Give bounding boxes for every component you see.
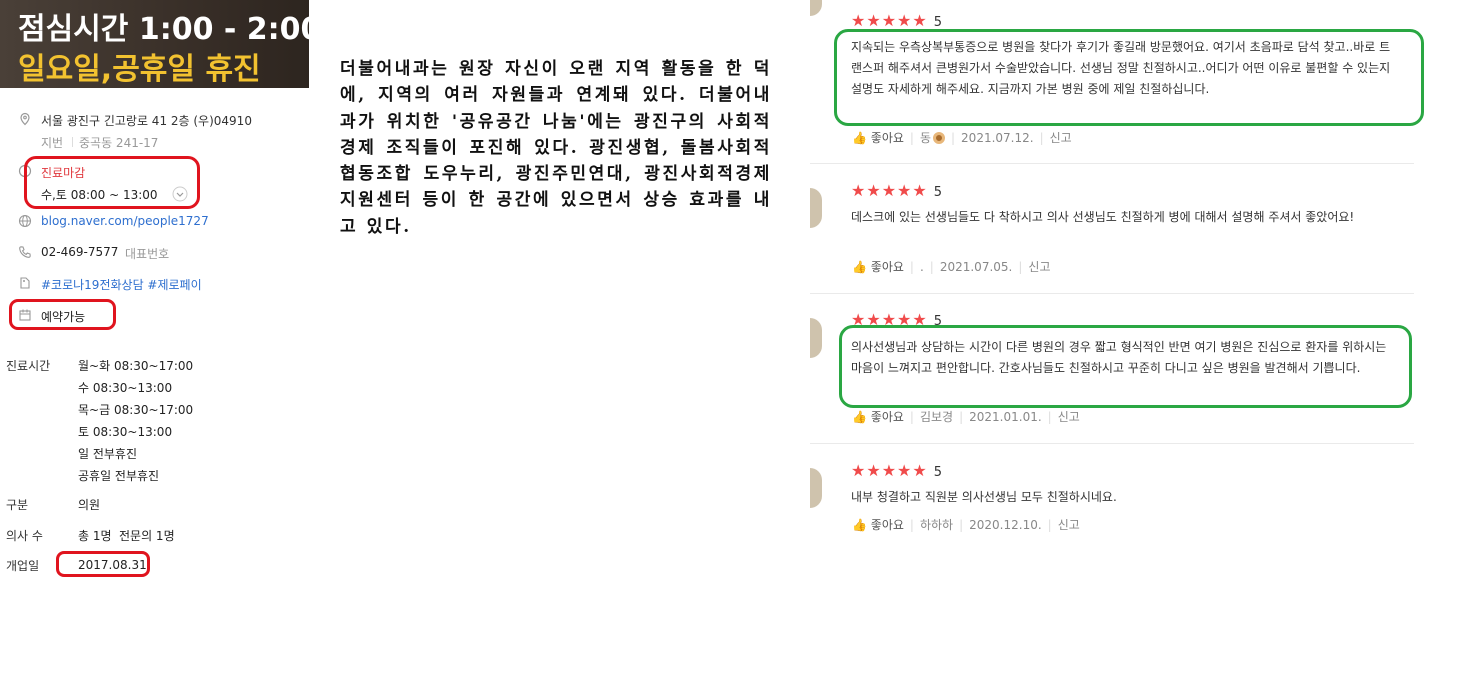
opening-date-highlight-circle xyxy=(56,551,150,577)
phone-number[interactable]: 02-469-7577 xyxy=(41,245,118,259)
doctor-specialist-count: 전문의 1명 xyxy=(119,529,175,543)
clinic-description-paragraph: 더불어내과는 원장 자신이 오랜 지역 활동을 한 덕에, 지역의 여러 자원들… xyxy=(340,59,772,237)
reservation-highlight-circle xyxy=(9,299,116,330)
lot-label: 지번 xyxy=(41,136,64,150)
globe-icon xyxy=(18,214,32,228)
lunch-hours-banner: 점심시간 1:00 - 2:00 일요일,공휴일 휴진 xyxy=(0,0,321,88)
star-rating: ★★★★★ xyxy=(851,11,928,30)
review-author: 하하하 xyxy=(919,518,954,532)
review-text: 내부 청결하고 직원분 의사선생님 모두 친절하시네요. xyxy=(851,490,1117,504)
report-link[interactable]: 신고 xyxy=(1058,518,1080,532)
star-rating: ★★★★★ xyxy=(851,181,928,200)
clinic-type-value: 의원 xyxy=(78,498,101,512)
like-button[interactable]: 좋아요 xyxy=(871,410,904,424)
reviewer-avatar xyxy=(810,468,822,508)
address-text: 서울 광진구 긴고랑로 41 2층 (우)04910 xyxy=(41,114,252,128)
review-meta: 👍 좋아요 | 김보경 | 2021.01.01. | 신고 xyxy=(852,410,1080,424)
phone-type-label: 대표번호 xyxy=(125,247,170,261)
location-pin-icon xyxy=(20,112,30,126)
lot-divider xyxy=(72,137,73,147)
banner-holiday-closed: 일요일,공휴일 휴진 xyxy=(18,52,261,87)
review-stars: ★★★★★ 5 xyxy=(851,11,942,30)
banner-lunch-time: 점심시간 1:00 - 2:00 xyxy=(18,12,322,47)
doctor-count-value: 총 1명 xyxy=(78,529,112,543)
thumbs-up-icon[interactable]: 👍 xyxy=(852,131,867,145)
review-author: 김보경 xyxy=(919,410,954,424)
report-link[interactable]: 신고 xyxy=(1058,410,1080,424)
review-divider xyxy=(810,443,1414,444)
hours-line: 월~화 08:30~17:00 xyxy=(78,359,194,373)
hours-line: 목~금 08:30~17:00 xyxy=(78,403,194,417)
tag-icon xyxy=(20,277,30,289)
hours-line: 토 08:30~13:00 xyxy=(78,425,173,439)
review-date: 2021.01.01. xyxy=(969,410,1042,424)
hours-line: 공휴일 전부휴진 xyxy=(78,469,160,483)
lot-address: 중곡동 241-17 xyxy=(79,136,159,150)
report-link[interactable]: 신고 xyxy=(1028,260,1050,274)
phone-icon xyxy=(19,246,31,258)
review-score: 5 xyxy=(933,465,942,480)
review-author: . xyxy=(919,260,924,274)
hours-highlight-circle xyxy=(24,156,200,209)
thumbs-up-icon[interactable]: 👍 xyxy=(852,518,867,532)
review-author: 동 xyxy=(919,131,931,145)
review-date: 2020.12.10. xyxy=(969,518,1042,532)
review-highlight-box xyxy=(839,325,1412,408)
star-rating: ★★★★★ xyxy=(851,461,928,480)
like-button[interactable]: 좋아요 xyxy=(871,260,904,274)
review-meta: 👍 좋아요 |. | 2021.07.05. | 신고 xyxy=(852,260,1051,274)
tag-list[interactable]: #코로나19전화상담 #제로페이 xyxy=(41,276,202,293)
thumbs-up-icon[interactable]: 👍 xyxy=(852,260,867,274)
review-divider xyxy=(810,163,1414,164)
review-stars: ★★★★★ 5 xyxy=(851,181,942,200)
review-highlight-box xyxy=(834,29,1424,126)
like-button[interactable]: 좋아요 xyxy=(871,131,904,145)
review-meta: 👍 좋아요 | 하하하 | 2020.12.10. | 신고 xyxy=(852,518,1080,532)
review-meta: 👍 좋아요 | 동 | 2021.07.12. | 신고 xyxy=(852,131,1072,145)
like-button[interactable]: 좋아요 xyxy=(871,518,904,532)
doctor-count-label: 의사 수 xyxy=(6,529,43,543)
review-text: 데스크에 있는 선생님들도 다 착하시고 의사 선생님도 친절하게 병에 대해서… xyxy=(851,210,1355,224)
blog-link[interactable]: blog.naver.com/people1727 xyxy=(41,214,209,228)
review-stars: ★★★★★ 5 xyxy=(851,461,942,480)
reviewer-avatar xyxy=(810,0,822,16)
review-divider xyxy=(810,293,1414,294)
opening-date-label: 개업일 xyxy=(6,559,40,573)
clinic-type-label: 구분 xyxy=(6,498,29,512)
review-score: 5 xyxy=(933,15,942,30)
hours-line: 일 전부휴진 xyxy=(78,447,138,461)
reviewer-avatar xyxy=(810,188,822,228)
review-date: 2021.07.05. xyxy=(939,260,1013,274)
review-score: 5 xyxy=(933,185,942,200)
hours-line: 수 08:30~13:00 xyxy=(78,381,173,395)
thumbs-up-icon[interactable]: 👍 xyxy=(852,410,867,424)
review-date: 2021.07.12. xyxy=(961,131,1034,145)
donut-icon xyxy=(933,132,945,144)
reviewer-avatar xyxy=(810,318,822,358)
hours-label: 진료시간 xyxy=(6,359,51,373)
report-link[interactable]: 신고 xyxy=(1050,131,1072,145)
